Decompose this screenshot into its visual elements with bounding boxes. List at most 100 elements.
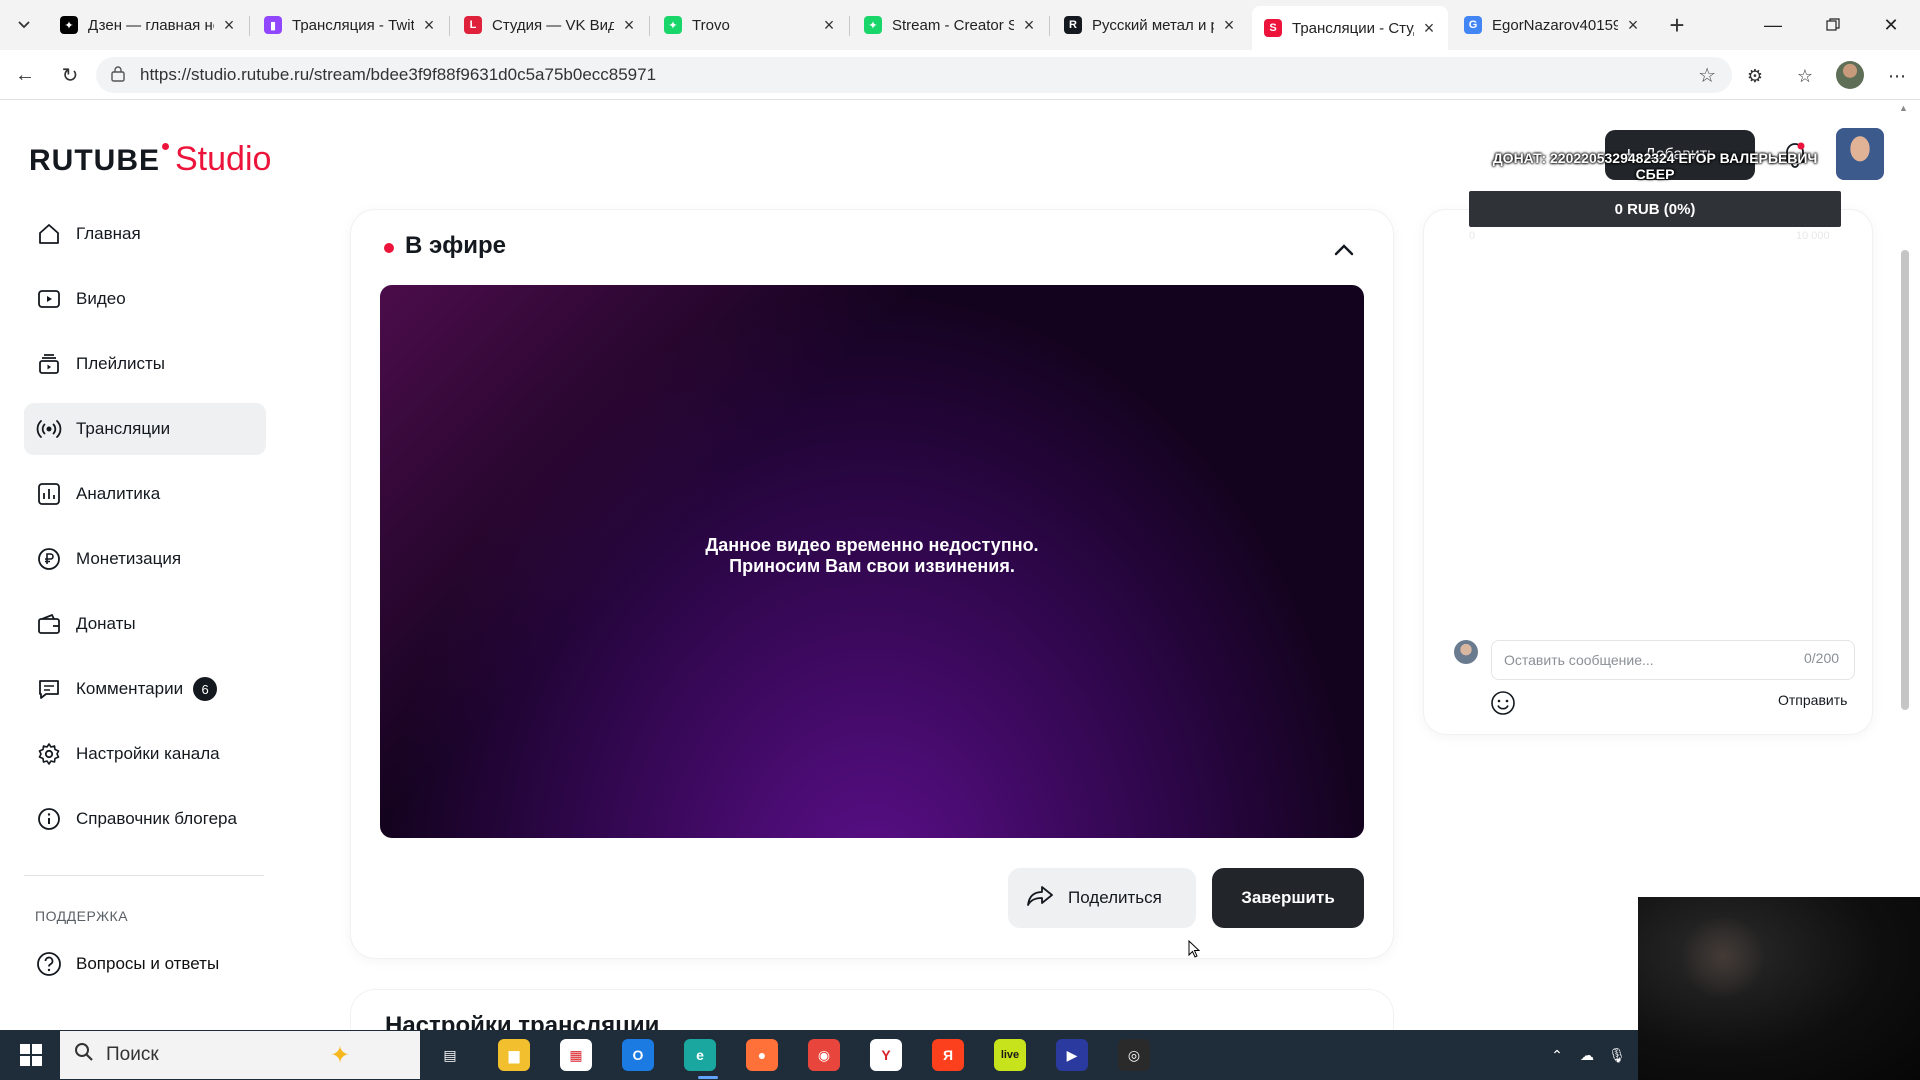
taskbar-search[interactable]: Поиск ✦ [60,1031,420,1079]
sidebar: Главная Видео Плейлисты Трансляции Аналитика… [24,208,266,858]
close-window-button[interactable]: ✕ [1868,8,1914,42]
active-app-indicator [698,1076,718,1079]
trovo-icon: ✦ [664,16,682,34]
browser-tab[interactable]: ✦ Stream - Creator St × [852,6,1048,44]
browser-tab[interactable]: ▮ Трансляция - Twitc × [252,6,448,44]
outlook-icon[interactable]: O [622,1039,654,1071]
video-player[interactable]: Данное видео временно недоступно. Принос… [380,285,1364,838]
chat-user-avatar [1454,640,1478,664]
tab-close-icon[interactable]: × [220,15,238,36]
tab-close-icon[interactable]: × [620,15,638,36]
collapse-chevron-up-icon[interactable] [1330,236,1358,264]
sidebar-item[interactable]: Справочник блогера [24,793,266,845]
sidebar-item-label: Аналитика [76,484,161,503]
firefox-icon[interactable]: ● [746,1039,778,1071]
tab-close-icon[interactable]: × [1220,15,1238,36]
zen-icon: ✦ [60,16,78,34]
home-icon [36,221,62,247]
finish-stream-button[interactable]: Завершить [1212,868,1364,928]
tab-close-icon[interactable]: × [420,15,438,36]
browser-tab[interactable]: S Трансляции - Студ × [1252,6,1448,50]
minimize-button[interactable]: — [1750,8,1796,42]
sidebar-item[interactable]: Донаты [24,598,266,650]
favorites-icon[interactable]: ☆ [1792,63,1818,89]
yandex-icon[interactable]: Я [932,1039,964,1071]
sidebar-item[interactable]: Комментарии 6 [24,663,266,715]
address-bar[interactable]: https://studio.rutube.ru/stream/bdee3f9f… [96,57,1732,93]
tray-chevron-up-icon[interactable]: ⌃ [1546,1044,1568,1066]
tab-close-icon[interactable]: × [1420,18,1438,39]
tab-separator [649,16,650,36]
rutube-r-icon: R [1064,16,1082,34]
info-icon [36,806,62,832]
live-indicator-dot [384,243,394,253]
sidebar-item[interactable]: Аналитика [24,468,266,520]
google-icon: G [1464,16,1482,34]
share-button[interactable]: Поделиться [1008,868,1196,928]
scroll-up-arrow-icon[interactable]: ▲ [1899,103,1908,113]
playlist-icon [36,351,62,377]
file-explorer-icon[interactable]: ▆ [498,1039,530,1071]
ms-store-icon[interactable]: ▦ [560,1039,592,1071]
tab-separator [449,16,450,36]
mouse-cursor-icon [1188,939,1201,958]
browser-tab[interactable]: L Студия — VK Виде × [452,6,648,44]
donation-overlay-text: ДОНАТ: 2202205329482324 ЕГОР ВАЛЕРЬЕВИЧ … [1470,150,1840,182]
sidebar-item[interactable]: Монетизация [24,533,266,585]
tab-close-icon[interactable]: × [820,15,838,36]
sidebar-item[interactable]: Плейлисты [24,338,266,390]
scrollbar-thumb[interactable] [1901,250,1909,710]
browser-tab[interactable]: ✦ Дзен — главная но × [48,6,248,44]
new-tab-button[interactable]: + [1660,8,1694,42]
browser-tab[interactable]: G EgorNazarov40159 × [1452,6,1652,44]
broadcast-icon [36,416,62,442]
tab-close-icon[interactable]: × [1624,15,1642,36]
windows-start-icon[interactable] [14,1040,48,1070]
copilot-sparkle-icon: ✦ [330,1042,351,1069]
emoji-smile-icon[interactable] [1490,690,1516,716]
gear-icon [36,741,62,767]
sidebar-item[interactable]: Трансляции [24,403,266,455]
sidebar-item[interactable]: Настройки канала [24,728,266,780]
sidebar-item-label: Справочник блогера [76,809,237,828]
donation-goal-max: 10 000 [1796,230,1830,242]
chat-char-counter: 0/200 [1804,650,1840,666]
sidebar-item-label: Трансляции [76,419,171,438]
chat-message-input[interactable]: Оставить сообщение... [1491,640,1855,680]
sidebar-item-faq[interactable]: Вопросы и ответы [36,951,219,977]
tab-title: EgorNazarov40159 [1492,16,1618,34]
obs-icon[interactable]: ◎ [1118,1039,1150,1071]
favorite-star-icon[interactable]: ☆ [1698,63,1716,88]
task-view-icon[interactable]: ▤ [434,1039,466,1071]
chrome-icon[interactable]: ◉ [808,1039,840,1071]
browser-tab[interactable]: ✦ Trovo × [652,6,848,44]
tab-title: Русский метал и р [1092,16,1214,34]
more-menu-icon[interactable]: ⋯ [1884,63,1910,89]
browser-tab[interactable]: R Русский метал и р × [1052,6,1248,44]
browser-profile-avatar[interactable] [1836,61,1864,89]
yandex-browser-icon[interactable]: Y [870,1039,902,1071]
back-icon[interactable]: ← [10,60,40,90]
tab-search-chevron-icon[interactable] [10,12,38,38]
rutube-studio-logo[interactable]: RUTUBE Studio [29,140,271,179]
user-avatar[interactable] [1836,128,1884,180]
sidebar-item[interactable]: Главная [24,208,266,260]
media-player-icon[interactable]: ▶ [1056,1039,1088,1071]
support-section-title: ПОДДЕРЖКА [35,908,129,924]
send-message-button[interactable]: Отправить [1778,692,1847,708]
sidebar-item-label: Монетизация [76,549,182,568]
microphone-icon[interactable]: 🎙 [1606,1044,1628,1066]
reload-icon[interactable]: ↻ [55,60,85,90]
tab-title: Студия — VK Виде [492,16,614,34]
edge-icon[interactable]: e [684,1039,716,1071]
tab-separator [249,16,250,36]
extensions-icon[interactable]: ⚙ [1742,63,1768,89]
sidebar-item[interactable]: Видео [24,273,266,325]
livestream-icon[interactable]: live [994,1039,1026,1071]
site-info-icon[interactable] [110,66,128,84]
onedrive-cloud-icon[interactable]: ☁ [1576,1044,1598,1066]
ruble-icon [36,546,62,572]
restore-button[interactable] [1810,8,1856,42]
tab-close-icon[interactable]: × [1020,15,1038,36]
donation-overlay-line1: ДОНАТ: 2202205329482324 ЕГОР ВАЛЕРЬЕВИЧ [1492,150,1818,166]
